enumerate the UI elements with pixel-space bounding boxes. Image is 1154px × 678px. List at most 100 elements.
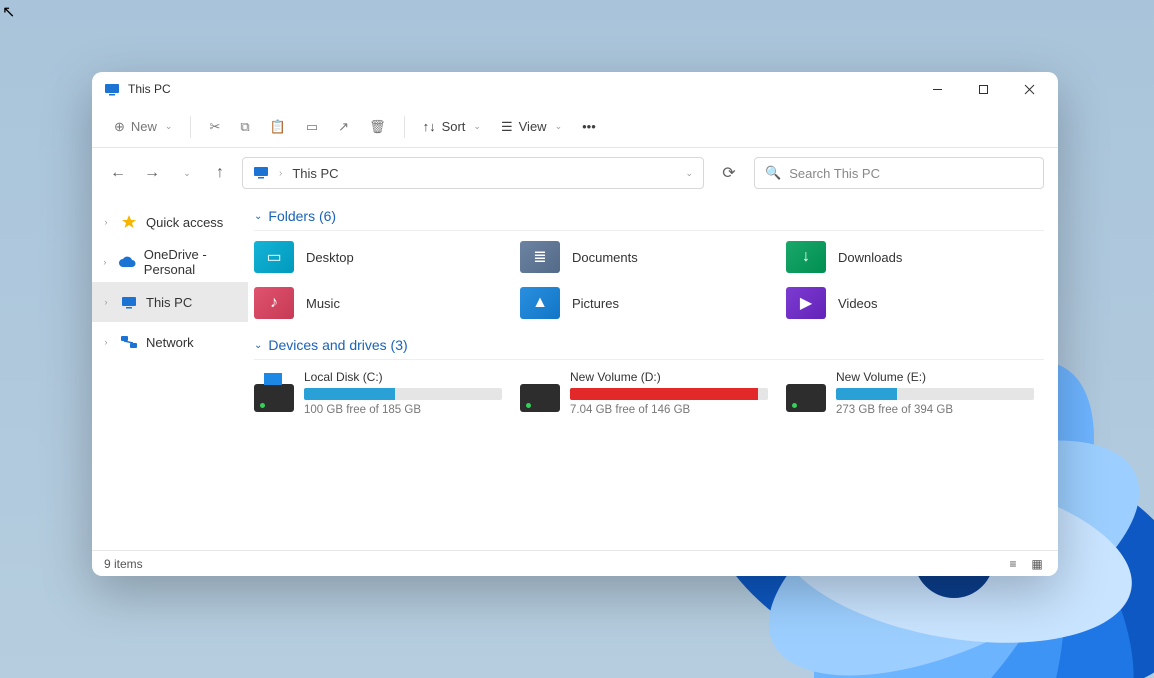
- body: › Quick access › OneDrive - Personal › This P…: [92, 198, 1058, 550]
- sidebar: › Quick access › OneDrive - Personal › This P…: [92, 198, 248, 550]
- drive-label: Local Disk (C:): [304, 370, 502, 384]
- explorer-window: This PC ⊕ New ⌄ ✂ ⧉ 📋 ▭ ↗ 🗑 ↑↓ Sort ⌄ ☰ …: [92, 72, 1058, 576]
- nav-row: ← → ⌄ ↑ › This PC ⌄ ⟳ 🔍 Search This PC: [92, 148, 1058, 198]
- breadcrumb: This PC: [292, 166, 673, 181]
- folder-label: Videos: [838, 296, 878, 311]
- folder-icon: ▶: [786, 287, 826, 319]
- recent-dropdown[interactable]: ⌄: [174, 161, 198, 185]
- share-button[interactable]: ↗: [330, 115, 357, 139]
- drives-section-header[interactable]: ⌄ Devices and drives (3): [254, 333, 1044, 360]
- drive-icon: [520, 384, 560, 412]
- drive-usage-bar: [570, 388, 768, 400]
- chevron-down-icon: ⌄: [555, 121, 563, 132]
- drive-usage-bar: [304, 388, 502, 400]
- item-count: 9 items: [104, 557, 143, 571]
- folder-documents[interactable]: ≣Documents: [520, 241, 778, 273]
- sidebar-item-network[interactable]: › Network: [92, 322, 248, 362]
- folder-icon: ▲: [520, 287, 560, 319]
- refresh-button[interactable]: ⟳: [714, 163, 744, 183]
- forward-button[interactable]: →: [140, 161, 164, 185]
- cloud-icon: [118, 253, 136, 271]
- view-label: View: [519, 119, 547, 134]
- drive-grid: Local Disk (C:)100 GB free of 185 GBNew …: [254, 370, 1044, 416]
- delete-button[interactable]: 🗑: [361, 115, 394, 139]
- search-icon: 🔍: [765, 165, 781, 181]
- sidebar-item-label: Quick access: [146, 215, 223, 230]
- folder-label: Pictures: [572, 296, 619, 311]
- large-icons-view-button[interactable]: ▦: [1028, 557, 1046, 571]
- toolbar: ⊕ New ⌄ ✂ ⧉ 📋 ▭ ↗ 🗑 ↑↓ Sort ⌄ ☰ View ⌄ •…: [92, 106, 1058, 148]
- drive-free-text: 7.04 GB free of 146 GB: [570, 404, 768, 416]
- drive-new-volume-e-[interactable]: New Volume (E:) 273 GB free of 394 GB: [786, 370, 1044, 416]
- drive-label: New Volume (D:): [570, 370, 768, 384]
- chevron-right-icon: ›: [100, 257, 110, 267]
- view-toggle: ≡ ▦: [1004, 557, 1046, 571]
- maximize-button[interactable]: [960, 72, 1006, 106]
- rename-button[interactable]: ▭: [298, 115, 326, 139]
- chevron-down-icon: ⌄: [254, 340, 262, 351]
- chevron-down-icon: ⌄: [183, 168, 191, 179]
- drive-usage-bar: [836, 388, 1034, 400]
- drives-header-label: Devices and drives (3): [268, 337, 407, 353]
- folder-label: Documents: [572, 250, 638, 265]
- main-pane: ⌄ Folders (6) ▭ Desktop ≣Documents↓Downloa…: [248, 198, 1058, 550]
- drive-local-disk-c-[interactable]: Local Disk (C:)100 GB free of 185 GB: [254, 370, 512, 416]
- folder-label: Music: [306, 296, 340, 311]
- monitor-icon: [253, 164, 269, 183]
- cut-button[interactable]: ✂: [201, 115, 228, 139]
- cut-icon: ✂: [209, 119, 220, 135]
- chevron-right-icon: ›: [100, 337, 112, 347]
- paste-icon: 📋: [270, 119, 286, 135]
- copy-icon: ⧉: [240, 119, 249, 135]
- titlebar[interactable]: This PC: [92, 72, 1058, 106]
- sidebar-item-label: Network: [146, 335, 194, 350]
- drive-label: New Volume (E:): [836, 370, 1034, 384]
- minimize-button[interactable]: [914, 72, 960, 106]
- statusbar: 9 items ≡ ▦: [92, 550, 1058, 576]
- close-button[interactable]: [1006, 72, 1052, 106]
- plus-icon: ⊕: [114, 119, 125, 135]
- address-bar[interactable]: › This PC ⌄: [242, 157, 704, 189]
- sidebar-item-label: OneDrive - Personal: [144, 247, 240, 277]
- sort-button[interactable]: ↑↓ Sort ⌄: [415, 115, 489, 138]
- search-placeholder: Search This PC: [789, 166, 880, 181]
- folder-icon: ▭: [254, 241, 294, 273]
- folder-label: Desktop: [306, 250, 354, 265]
- new-button[interactable]: ⊕ New ⌄: [106, 115, 180, 139]
- sort-label: Sort: [442, 119, 466, 134]
- drive-free-text: 273 GB free of 394 GB: [836, 404, 1034, 416]
- drive-new-volume-d-[interactable]: New Volume (D:) 7.04 GB free of 146 GB: [520, 370, 778, 416]
- chevron-right-icon: ›: [100, 217, 112, 227]
- view-button[interactable]: ☰ View ⌄: [493, 115, 570, 139]
- more-button[interactable]: •••: [574, 115, 604, 138]
- sidebar-item-this-pc[interactable]: › This PC: [92, 282, 248, 322]
- chevron-down-icon[interactable]: ⌄: [685, 168, 693, 179]
- paste-button[interactable]: 📋: [262, 115, 294, 139]
- folder-pictures[interactable]: ▲ Pictures: [520, 287, 778, 319]
- folder-videos[interactable]: ▶ Videos: [786, 287, 1044, 319]
- sort-icon: ↑↓: [423, 119, 436, 134]
- titlebar-icon: [104, 81, 120, 97]
- delete-icon: 🗑: [369, 119, 386, 135]
- chevron-right-icon: ›: [100, 297, 112, 307]
- folder-desktop[interactable]: ▭ Desktop: [254, 241, 512, 273]
- breadcrumb-separator: ›: [279, 168, 282, 179]
- search-input[interactable]: 🔍 Search This PC: [754, 157, 1044, 189]
- toolbar-separator: [404, 116, 405, 138]
- sidebar-item-onedrive-personal[interactable]: › OneDrive - Personal: [92, 242, 248, 282]
- toolbar-separator: [190, 116, 191, 138]
- monitor-icon: [120, 293, 138, 311]
- drive-icon: [786, 384, 826, 412]
- folder-music[interactable]: ♪Music: [254, 287, 512, 319]
- details-view-button[interactable]: ≡: [1004, 557, 1022, 571]
- copy-button[interactable]: ⧉: [232, 115, 257, 139]
- folder-label: Downloads: [838, 250, 902, 265]
- chevron-down-icon: ⌄: [165, 121, 173, 132]
- folder-downloads[interactable]: ↓Downloads: [786, 241, 1044, 273]
- share-icon: ↗: [338, 119, 349, 135]
- back-button[interactable]: ←: [106, 161, 130, 185]
- up-button[interactable]: ↑: [208, 161, 232, 185]
- sidebar-item-label: This PC: [146, 295, 192, 310]
- sidebar-item-quick-access[interactable]: › Quick access: [92, 202, 248, 242]
- folders-section-header[interactable]: ⌄ Folders (6): [254, 204, 1044, 231]
